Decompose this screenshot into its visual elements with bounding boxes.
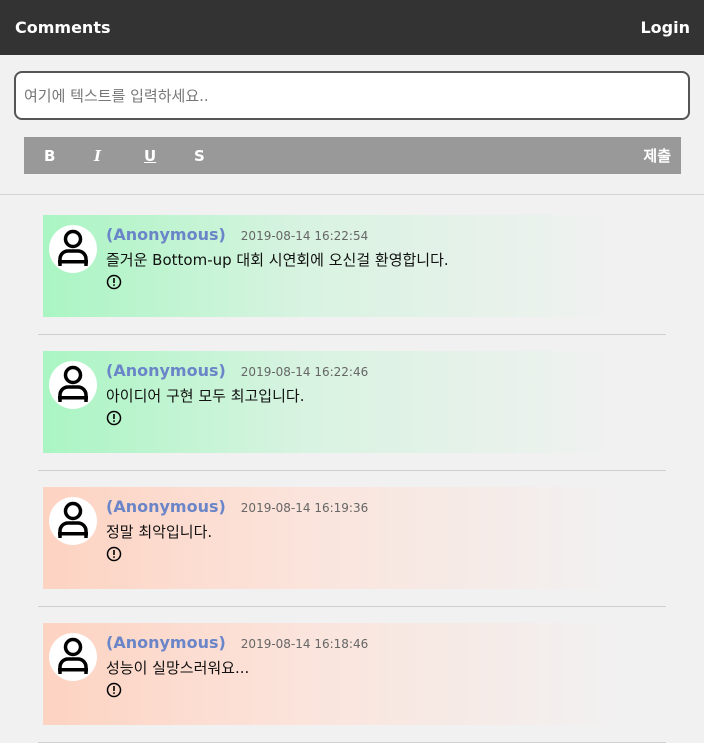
comment-card: (Anonymous) 2019-08-14 16:22:46 아이디어 구현 … [43,351,623,453]
comment-input[interactable] [14,71,690,120]
comment-timestamp: 2019-08-14 16:18:46 [240,637,369,651]
comment-text: 즐거운 Bottom-up 대회 시연회에 오신걸 환영합니다. [106,251,449,269]
bold-button[interactable]: B [44,147,94,165]
user-avatar-icon [49,225,97,273]
comment-editor: B I U S 제출 [0,55,704,174]
comment-text: 성능이 실망스러워요... [106,659,250,677]
underline-button[interactable]: U [144,147,194,165]
comment-card: (Anonymous) 2019-08-14 16:22:54 즐거운 Bott… [43,215,623,317]
user-avatar-icon [49,633,97,681]
comment-timestamp: 2019-08-14 16:22:46 [240,365,369,379]
report-alert-icon[interactable] [106,682,122,698]
comment-author: (Anonymous) [106,361,226,380]
format-toolbar: B I U S 제출 [24,137,681,174]
app-title: Comments [15,18,111,37]
comment-item: (Anonymous) 2019-08-14 16:18:46 성능이 실망스러… [38,623,666,743]
user-avatar-icon [49,361,97,409]
comment-text: 정말 최악입니다. [106,523,213,541]
top-bar: Comments Login [0,0,704,55]
strikethrough-button[interactable]: S [194,147,244,165]
comment-item: (Anonymous) 2019-08-14 16:22:54 즐거운 Bott… [38,215,666,335]
report-alert-icon[interactable] [106,546,122,562]
report-alert-icon[interactable] [106,274,122,290]
comment-timestamp: 2019-08-14 16:22:54 [240,229,369,243]
comment-author: (Anonymous) [106,633,226,652]
comment-text: 아이디어 구현 모두 최고입니다. [106,387,305,405]
comment-card: (Anonymous) 2019-08-14 16:19:36 정말 최악입니다… [43,487,623,589]
login-button[interactable]: Login [640,18,690,37]
comment-item: (Anonymous) 2019-08-14 16:22:46 아이디어 구현 … [38,351,666,471]
report-alert-icon[interactable] [106,410,122,426]
comment-card: (Anonymous) 2019-08-14 16:18:46 성능이 실망스러… [43,623,623,725]
comment-author: (Anonymous) [106,225,226,244]
italic-button[interactable]: I [94,147,144,165]
submit-button[interactable]: 제출 [643,145,671,166]
comment-timestamp: 2019-08-14 16:19:36 [240,501,369,515]
comment-item: (Anonymous) 2019-08-14 16:19:36 정말 최악입니다… [38,487,666,607]
comment-list: (Anonymous) 2019-08-14 16:22:54 즐거운 Bott… [0,195,704,743]
user-avatar-icon [49,497,97,545]
comment-author: (Anonymous) [106,497,226,516]
